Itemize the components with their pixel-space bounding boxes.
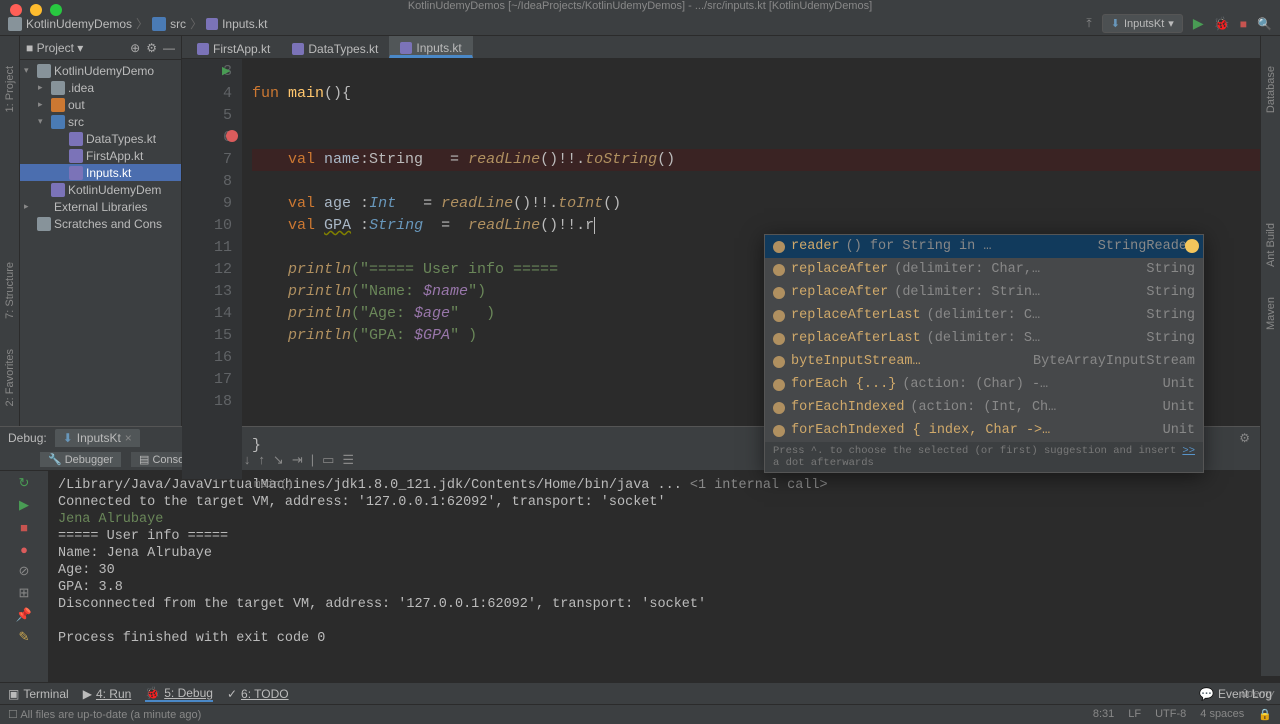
run-icon[interactable]: ▶ bbox=[1193, 15, 1204, 32]
collapse-icon[interactable]: ⊕ bbox=[130, 41, 140, 55]
todo-tab[interactable]: ✓ 6: TODO bbox=[227, 687, 289, 701]
popup-hint-link[interactable]: >> bbox=[1182, 445, 1195, 469]
project-tree[interactable]: ▾KotlinUdemyDemo▸.idea▸out▾srcDataTypes.… bbox=[20, 60, 181, 234]
window-controls[interactable] bbox=[10, 4, 62, 16]
left-tool-stripe: 1: Project 7: Structure 2: Favorites bbox=[0, 36, 20, 426]
popup-hint: Press ^. to choose the selected (or firs… bbox=[765, 442, 1203, 472]
tree-node[interactable]: ▾src bbox=[20, 113, 181, 130]
completion-item[interactable]: forEach {...} (action: (Char) -…Unit bbox=[765, 373, 1203, 396]
run-config-selector[interactable]: ⬇ InputsKt ▾ bbox=[1102, 14, 1183, 33]
sidebar-title: ■ Project ▾ bbox=[26, 41, 83, 55]
close-icon[interactable] bbox=[10, 4, 22, 16]
tree-node[interactable]: ▸out bbox=[20, 96, 181, 113]
completion-item[interactable]: reader() for String in …StringReader bbox=[765, 235, 1203, 258]
tree-node[interactable]: Scratches and Cons bbox=[20, 215, 181, 232]
editor-tabs: FirstApp.ktDataTypes.ktInputs.kt bbox=[182, 36, 1280, 59]
window-title: KotlinUdemyDemos [~/IdeaProjects/KotlinU… bbox=[408, 0, 872, 12]
stripe-project[interactable]: 1: Project bbox=[4, 66, 16, 112]
debug-icon[interactable]: 🐞 bbox=[1214, 16, 1230, 32]
right-tool-stripe: Database Ant Build Maven bbox=[1260, 36, 1280, 676]
completion-item[interactable]: byteInputStream…ByteArrayInputStream bbox=[765, 350, 1203, 373]
chevron-icon: 〉 bbox=[136, 15, 148, 32]
stop-icon[interactable]: ■ bbox=[1240, 17, 1247, 31]
hide-icon[interactable]: — bbox=[163, 41, 175, 55]
encoding[interactable]: UTF-8 bbox=[1155, 708, 1186, 721]
line-separator[interactable]: LF bbox=[1128, 708, 1141, 721]
breadcrumb-file[interactable]: Inputs.kt bbox=[222, 17, 267, 31]
project-sidebar: ■ Project ▾ ⊕ ⚙ — ▾KotlinUdemyDemo▸.idea… bbox=[20, 36, 182, 426]
run-config-name: InputsKt bbox=[1124, 18, 1164, 30]
layout-icon[interactable]: ⊞ bbox=[16, 585, 32, 601]
search-icon[interactable]: 🔍 bbox=[1257, 17, 1272, 31]
tree-node[interactable]: ▸.idea bbox=[20, 79, 181, 96]
debugger-tab[interactable]: 🔧Debugger bbox=[40, 452, 121, 467]
breadcrumb[interactable]: KotlinUdemyDemos 〉 src 〉 Inputs.kt bbox=[8, 15, 267, 32]
autocomplete-popup[interactable]: reader() for String in …StringReaderrepl… bbox=[764, 234, 1204, 473]
stripe-maven[interactable]: Maven bbox=[1265, 297, 1277, 330]
folder-icon bbox=[152, 17, 166, 31]
stripe-ant[interactable]: Ant Build bbox=[1265, 223, 1277, 267]
breadcrumb-root[interactable]: KotlinUdemyDemos bbox=[26, 17, 132, 31]
build-icon[interactable]: ⤒ bbox=[1086, 16, 1091, 31]
debug-config-tab[interactable]: ⬇InputsKt× bbox=[55, 429, 140, 447]
breadcrumb-dir[interactable]: src bbox=[170, 17, 186, 31]
indent[interactable]: 4 spaces bbox=[1200, 708, 1244, 721]
kotlin-icon bbox=[206, 18, 218, 30]
completion-item[interactable]: replaceAfter(delimiter: Strin…String bbox=[765, 281, 1203, 304]
breakpoints-icon[interactable]: ● bbox=[16, 541, 32, 557]
breakpoint-icon[interactable] bbox=[226, 130, 238, 142]
settings-icon[interactable]: ✎ bbox=[16, 629, 32, 645]
tree-node[interactable]: Inputs.kt bbox=[20, 164, 181, 181]
mute-icon[interactable]: ⊘ bbox=[16, 563, 32, 579]
lock-icon[interactable]: 🔒 bbox=[1258, 708, 1272, 721]
pin-icon[interactable]: 📌 bbox=[16, 607, 32, 623]
debug-tab[interactable]: 🐞 5: Debug bbox=[145, 686, 213, 702]
debug-label: Debug: bbox=[8, 431, 47, 445]
folder-icon bbox=[8, 17, 22, 31]
status-icon: ☐ bbox=[8, 709, 18, 721]
rerun-icon[interactable]: ↻ bbox=[16, 475, 32, 491]
resume-icon[interactable]: ▶ bbox=[16, 497, 32, 513]
minimize-icon[interactable] bbox=[30, 4, 42, 16]
titlebar: KotlinUdemyDemos [~/IdeaProjects/KotlinU… bbox=[0, 0, 1280, 12]
stripe-database[interactable]: Database bbox=[1265, 66, 1277, 113]
tree-node[interactable]: ▸External Libraries bbox=[20, 198, 181, 215]
tree-node[interactable]: KotlinUdemyDem bbox=[20, 181, 181, 198]
completion-item[interactable]: forEachIndexed(action: (Int, Ch…Unit bbox=[765, 396, 1203, 419]
maximize-icon[interactable] bbox=[50, 4, 62, 16]
tree-node[interactable]: FirstApp.kt bbox=[20, 147, 181, 164]
run-gutter-icon[interactable]: ▶ bbox=[222, 61, 230, 83]
debug-side-toolbar: ↻ ▶ ■ ● ⊘ ⊞ 📌 ✎ bbox=[0, 471, 48, 682]
editor: FirstApp.ktDataTypes.ktInputs.kt 3456789… bbox=[182, 36, 1280, 426]
console-output[interactable]: /Library/Java/JavaVirtualMachines/jdk1.8… bbox=[48, 471, 1280, 682]
bottom-tool-tabs: ▣ Terminal ▶ 4: Run 🐞 5: Debug ✓ 6: TODO… bbox=[0, 682, 1280, 704]
gutter[interactable]: 3456789101112131415161718▶ bbox=[182, 59, 242, 479]
completion-item[interactable]: replaceAfterLast(delimiter: C…String bbox=[765, 304, 1203, 327]
editor-tab[interactable]: DataTypes.kt bbox=[281, 36, 389, 58]
gear-icon[interactable]: ⚙ bbox=[146, 41, 157, 55]
caret-position[interactable]: 8:31 bbox=[1093, 708, 1114, 721]
tree-node[interactable]: DataTypes.kt bbox=[20, 130, 181, 147]
editor-context: main() bbox=[182, 479, 1280, 491]
close-icon[interactable]: × bbox=[125, 431, 132, 445]
terminal-tab[interactable]: ▣ Terminal bbox=[8, 687, 69, 701]
run-tab[interactable]: ▶ 4: Run bbox=[83, 687, 132, 701]
editor-tab[interactable]: Inputs.kt bbox=[389, 36, 472, 58]
intention-bulb-icon[interactable] bbox=[1185, 239, 1199, 253]
completion-item[interactable]: replaceAfterLast(delimiter: S…String bbox=[765, 327, 1203, 350]
stripe-structure[interactable]: 7: Structure bbox=[4, 262, 16, 319]
chevron-icon: 〉 bbox=[190, 15, 202, 32]
watermark: ûdemy bbox=[1241, 688, 1274, 700]
stop-icon[interactable]: ■ bbox=[16, 519, 32, 535]
editor-tab[interactable]: FirstApp.kt bbox=[186, 36, 281, 58]
stripe-favorites[interactable]: 2: Favorites bbox=[4, 349, 16, 406]
statusbar: ☐ All files are up-to-date (a minute ago… bbox=[0, 704, 1280, 724]
completion-item[interactable]: replaceAfter(delimiter: Char,…String bbox=[765, 258, 1203, 281]
chevron-down-icon: ▾ bbox=[1168, 17, 1174, 30]
navbar: KotlinUdemyDemos 〉 src 〉 Inputs.kt ⤒ ⬇ I… bbox=[0, 12, 1280, 36]
status-message: All files are up-to-date (a minute ago) bbox=[20, 709, 201, 721]
tree-node[interactable]: ▾KotlinUdemyDemo bbox=[20, 62, 181, 79]
completion-item[interactable]: forEachIndexed { index, Char ->…Unit bbox=[765, 419, 1203, 442]
